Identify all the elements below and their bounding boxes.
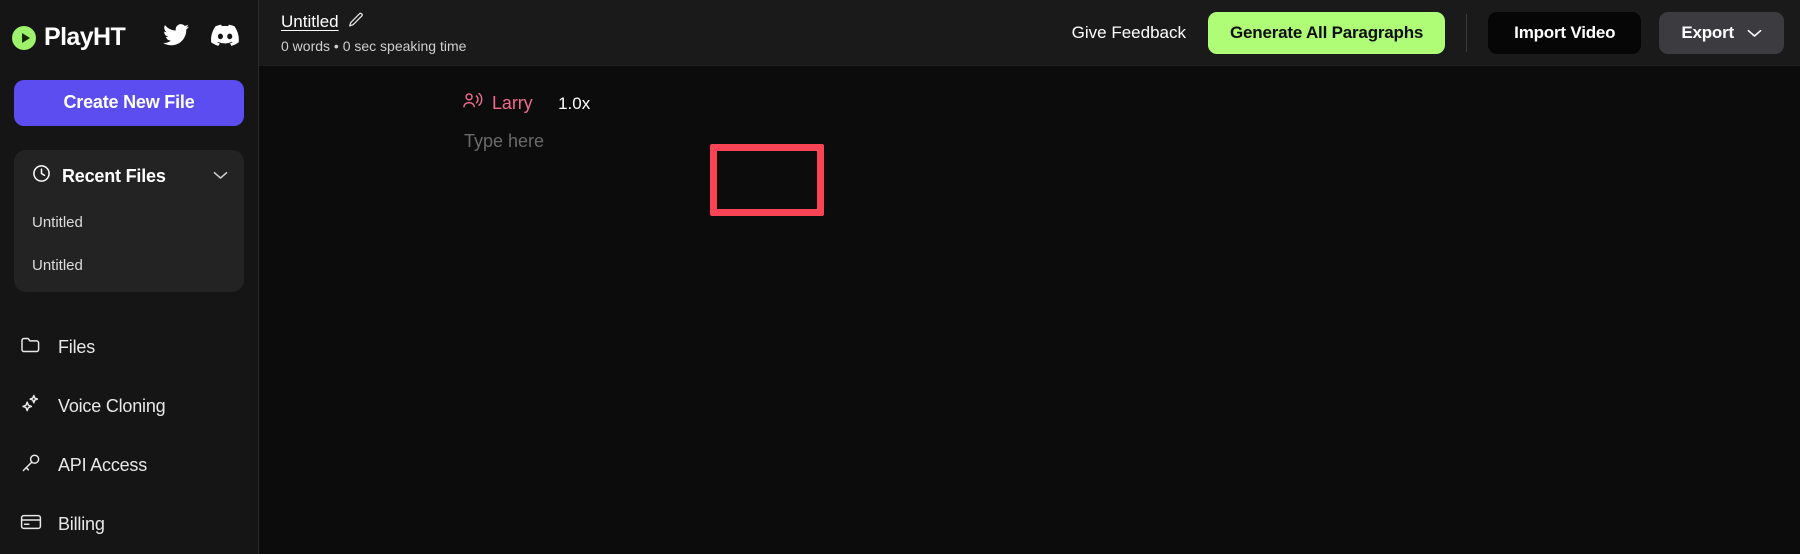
paragraph-text-input[interactable]: Type here xyxy=(454,131,544,152)
app-root: PlayHT Create New File Recent Files Unti… xyxy=(0,0,1800,554)
chevron-down-icon[interactable] xyxy=(213,167,228,185)
recent-files-title: Recent Files xyxy=(62,165,166,186)
give-feedback-link[interactable]: Give Feedback xyxy=(1072,23,1186,43)
clock-icon xyxy=(32,164,51,188)
export-button-label: Export xyxy=(1681,22,1734,42)
main-area: Untitled 0 words • 0 sec speaking time G… xyxy=(259,0,1800,554)
sidebar-item-label: Voice Cloning xyxy=(58,396,166,416)
sidebar-item-api-access[interactable]: API Access xyxy=(0,436,258,495)
folder-icon xyxy=(20,335,42,360)
create-new-file-button[interactable]: Create New File xyxy=(14,79,244,126)
social-links xyxy=(163,24,239,51)
sidebar-item-billing[interactable]: Billing xyxy=(0,495,258,554)
recent-files-header[interactable]: Recent Files xyxy=(14,164,244,188)
paragraph-block: Larry Type here 1.0x xyxy=(454,86,590,152)
discord-icon[interactable] xyxy=(211,24,239,51)
topbar-actions: Give Feedback Generate All Paragraphs Im… xyxy=(1072,11,1784,54)
sidebar-item-files[interactable]: Files xyxy=(0,318,258,377)
chevron-down-icon xyxy=(1747,23,1762,43)
sidebar-item-label: Billing xyxy=(58,514,105,534)
key-icon xyxy=(20,452,42,479)
recent-file-item[interactable]: Untitled xyxy=(14,257,244,274)
speed-selector[interactable]: 1.0x xyxy=(558,94,590,114)
sidebar-item-voice-cloning[interactable]: Voice Cloning xyxy=(0,377,258,436)
sidebar-item-label: API Access xyxy=(58,455,148,475)
editor-area: Larry Type here 1.0x xyxy=(259,66,1800,554)
import-video-button[interactable]: Import Video xyxy=(1488,11,1642,54)
document-subtitle: 0 words • 0 sec speaking time xyxy=(281,37,467,54)
credit-card-icon xyxy=(20,513,42,536)
speaker-voice-icon xyxy=(462,91,483,116)
recent-file-item[interactable]: Untitled xyxy=(14,214,244,231)
toolbar-divider xyxy=(1466,13,1468,52)
brand-row: PlayHT xyxy=(0,0,258,76)
topbar: Untitled 0 words • 0 sec speaking time G… xyxy=(259,0,1800,66)
document-title[interactable]: Untitled xyxy=(281,12,339,32)
brand-name: PlayHT xyxy=(44,23,126,52)
voice-selector-chip[interactable]: Larry xyxy=(454,86,544,121)
twitter-icon[interactable] xyxy=(163,24,190,51)
play-circle-icon xyxy=(12,25,36,50)
generate-all-paragraphs-button[interactable]: Generate All Paragraphs xyxy=(1207,11,1446,54)
sparkles-icon xyxy=(20,393,42,420)
voice-column: Larry Type here xyxy=(454,86,544,152)
sidebar-item-label: Files xyxy=(58,337,96,357)
recent-files-panel: Recent Files Untitled Untitled xyxy=(14,150,244,292)
brand-logo[interactable]: PlayHT xyxy=(12,23,126,52)
annotation-highlight-box xyxy=(710,144,824,216)
voice-name-label: Larry xyxy=(492,93,533,113)
sidebar: PlayHT Create New File Recent Files Unti… xyxy=(0,0,259,554)
document-meta: Untitled 0 words • 0 sec speaking time xyxy=(281,12,466,54)
document-title-row: Untitled xyxy=(281,12,466,33)
pencil-edit-icon[interactable] xyxy=(348,12,364,33)
export-button[interactable]: Export xyxy=(1659,11,1784,54)
sidebar-nav: Files Voice Cloning API Access Billing xyxy=(0,318,258,554)
